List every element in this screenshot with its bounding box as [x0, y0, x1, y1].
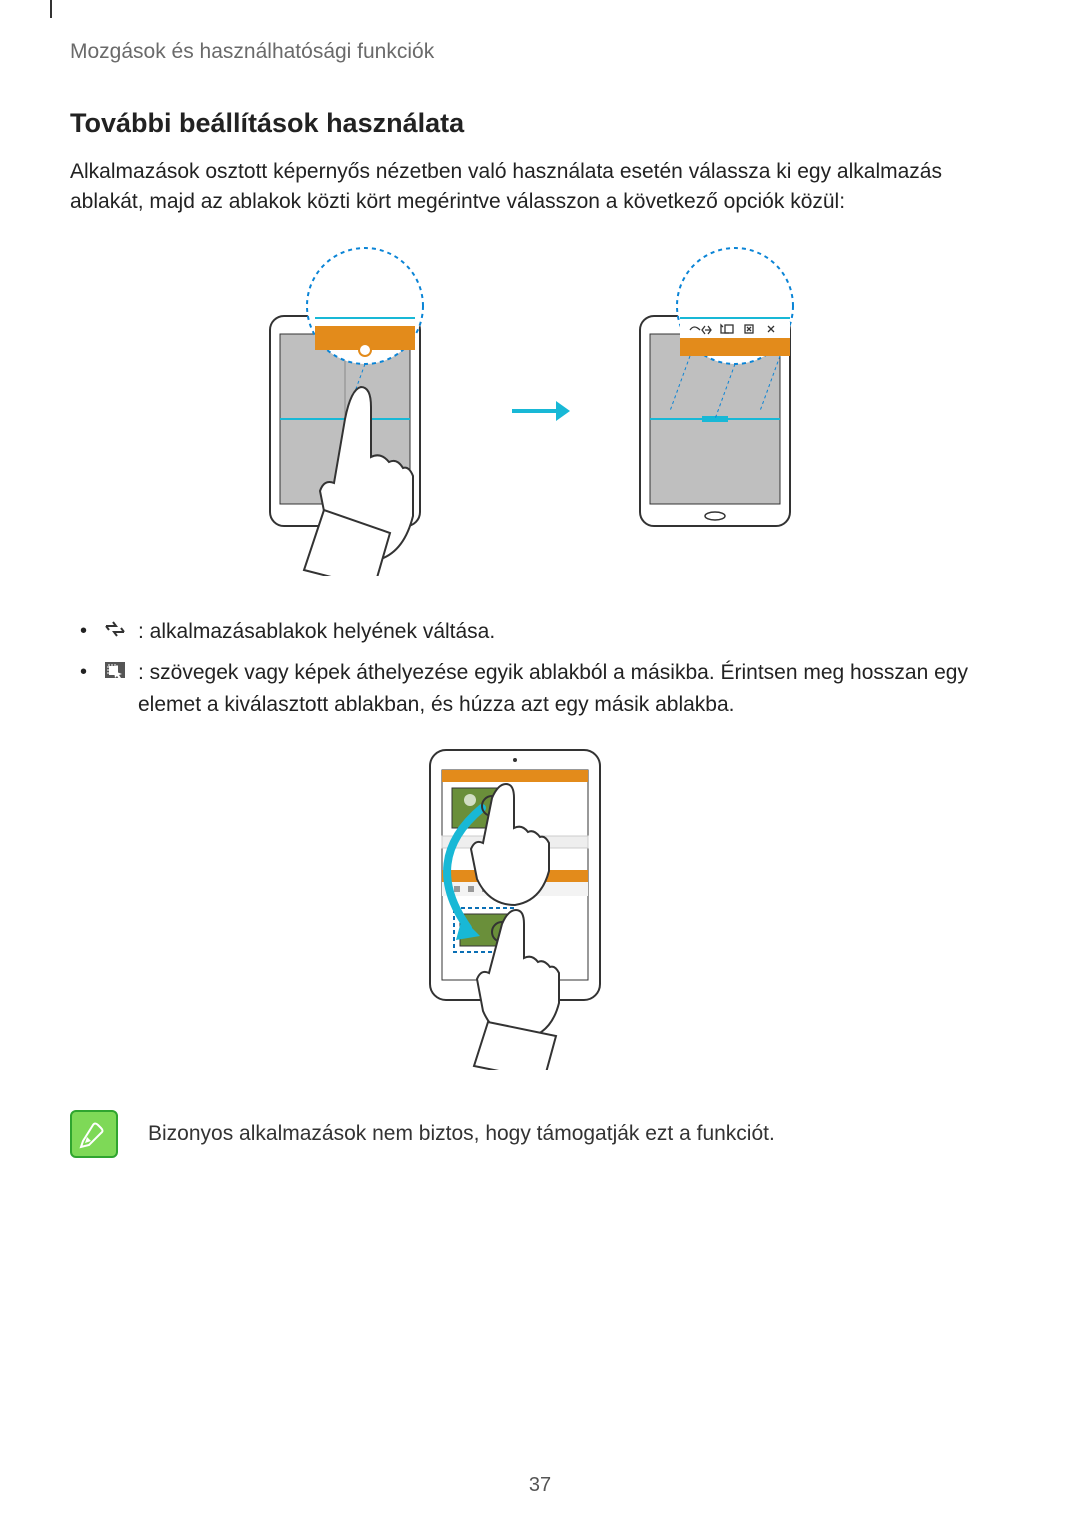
note-icon: [70, 1110, 118, 1158]
figure-tablet-drag-content: —: [410, 740, 670, 1070]
figure-tablet-tap: [240, 246, 470, 576]
list-item-swap: : alkalmazásablakok helyének váltása.: [80, 616, 1010, 648]
list-item-drag-text: : szövegek vagy képek áthelyezése egyik …: [138, 661, 968, 716]
breadcrumb: Mozgások és használhatósági funkciók: [70, 40, 1010, 64]
icon-description-list: : alkalmazásablakok helyének váltása. : …: [70, 616, 1010, 721]
intro-paragraph: Alkalmazások osztott képernyős nézetben …: [70, 157, 1010, 218]
section-title: További beállítások használata: [70, 108, 1010, 139]
arrow-right-icon: [510, 399, 570, 423]
figure-tablet-options: [610, 246, 840, 576]
list-item-swap-text: : alkalmazásablakok helyének váltása.: [138, 620, 495, 643]
drag-content-icon: [102, 659, 128, 681]
list-item-drag: : szövegek vagy képek áthelyezése egyik …: [80, 657, 1010, 720]
page-number: 37: [0, 1474, 1080, 1497]
note-row: Bizonyos alkalmazások nem biztos, hogy t…: [70, 1110, 1010, 1158]
note-text: Bizonyos alkalmazások nem biztos, hogy t…: [148, 1110, 775, 1150]
swap-windows-icon: [102, 618, 128, 640]
figure-split-screen-steps: [70, 246, 1010, 576]
